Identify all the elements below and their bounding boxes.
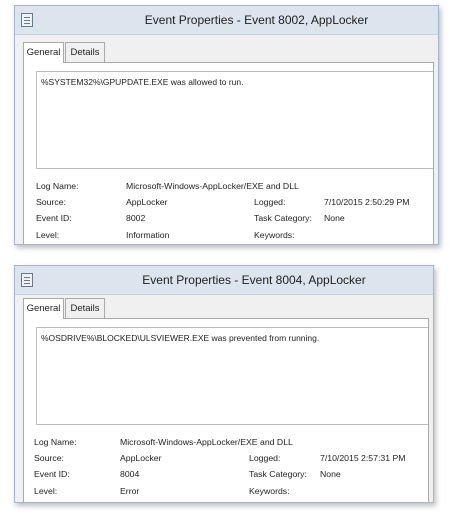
source-label: Source:	[36, 197, 66, 207]
general-panel: %OSDRIVE%\BLOCKED\ULSVIEWER.EXE was prev…	[23, 318, 429, 502]
event-properties-window-8004: Event Properties - Event 8004, AppLocker…	[14, 265, 434, 503]
source-label: Source:	[34, 453, 64, 463]
level-value: Information	[126, 230, 170, 240]
window-title: Event Properties - Event 8002, AppLocker	[144, 13, 369, 27]
source-value: AppLocker	[120, 453, 162, 463]
level-label: Level:	[36, 230, 60, 240]
event-description[interactable]: %SYSTEM32%\GPUPDATE.EXE was allowed to r…	[36, 71, 433, 169]
logged-label: Logged:	[249, 453, 281, 463]
window-title: Event Properties - Event 8004, AppLocker	[142, 273, 366, 287]
task-category-value: None	[324, 213, 345, 223]
tab-details[interactable]: Details	[65, 298, 105, 318]
log-name-label: Log Name:	[36, 181, 79, 191]
source-value: AppLocker	[126, 197, 168, 207]
task-category-label: Task Category:	[254, 213, 312, 223]
level-label: Level:	[34, 486, 58, 496]
task-category-label: Task Category:	[249, 469, 307, 479]
logged-value: 7/10/2015 2:50:29 PM	[324, 197, 410, 207]
title-bar[interactable]: Event Properties - Event 8004, AppLocker	[15, 266, 433, 295]
log-name-label: Log Name:	[34, 437, 77, 447]
title-bar[interactable]: Event Properties - Event 8002, AppLocker	[15, 6, 438, 35]
keywords-label: Keywords:	[249, 486, 290, 496]
event-id-label: Event ID:	[36, 213, 72, 223]
log-name-value: Microsoft-Windows-AppLocker/EXE and DLL	[120, 437, 293, 447]
logged-value: 7/10/2015 2:57:31 PM	[320, 453, 406, 463]
logged-label: Logged:	[254, 197, 286, 207]
general-panel: %SYSTEM32%\GPUPDATE.EXE was allowed to r…	[23, 62, 434, 244]
event-properties-window-8002: Event Properties - Event 8002, AppLocker…	[14, 5, 439, 245]
tab-details[interactable]: Details	[65, 42, 105, 62]
event-id-value: 8002	[126, 213, 146, 223]
keywords-label: Keywords:	[254, 230, 295, 240]
log-name-value: Microsoft-Windows-AppLocker/EXE and DLL	[126, 181, 299, 191]
level-value: Error	[120, 486, 140, 496]
event-id-label: Event ID:	[34, 469, 70, 479]
event-id-value: 8004	[120, 469, 140, 479]
event-description[interactable]: %OSDRIVE%\BLOCKED\ULSVIEWER.EXE was prev…	[36, 327, 428, 425]
tab-general[interactable]: General	[23, 298, 64, 319]
tab-general[interactable]: General	[23, 42, 64, 63]
task-category-value: None	[320, 469, 341, 479]
